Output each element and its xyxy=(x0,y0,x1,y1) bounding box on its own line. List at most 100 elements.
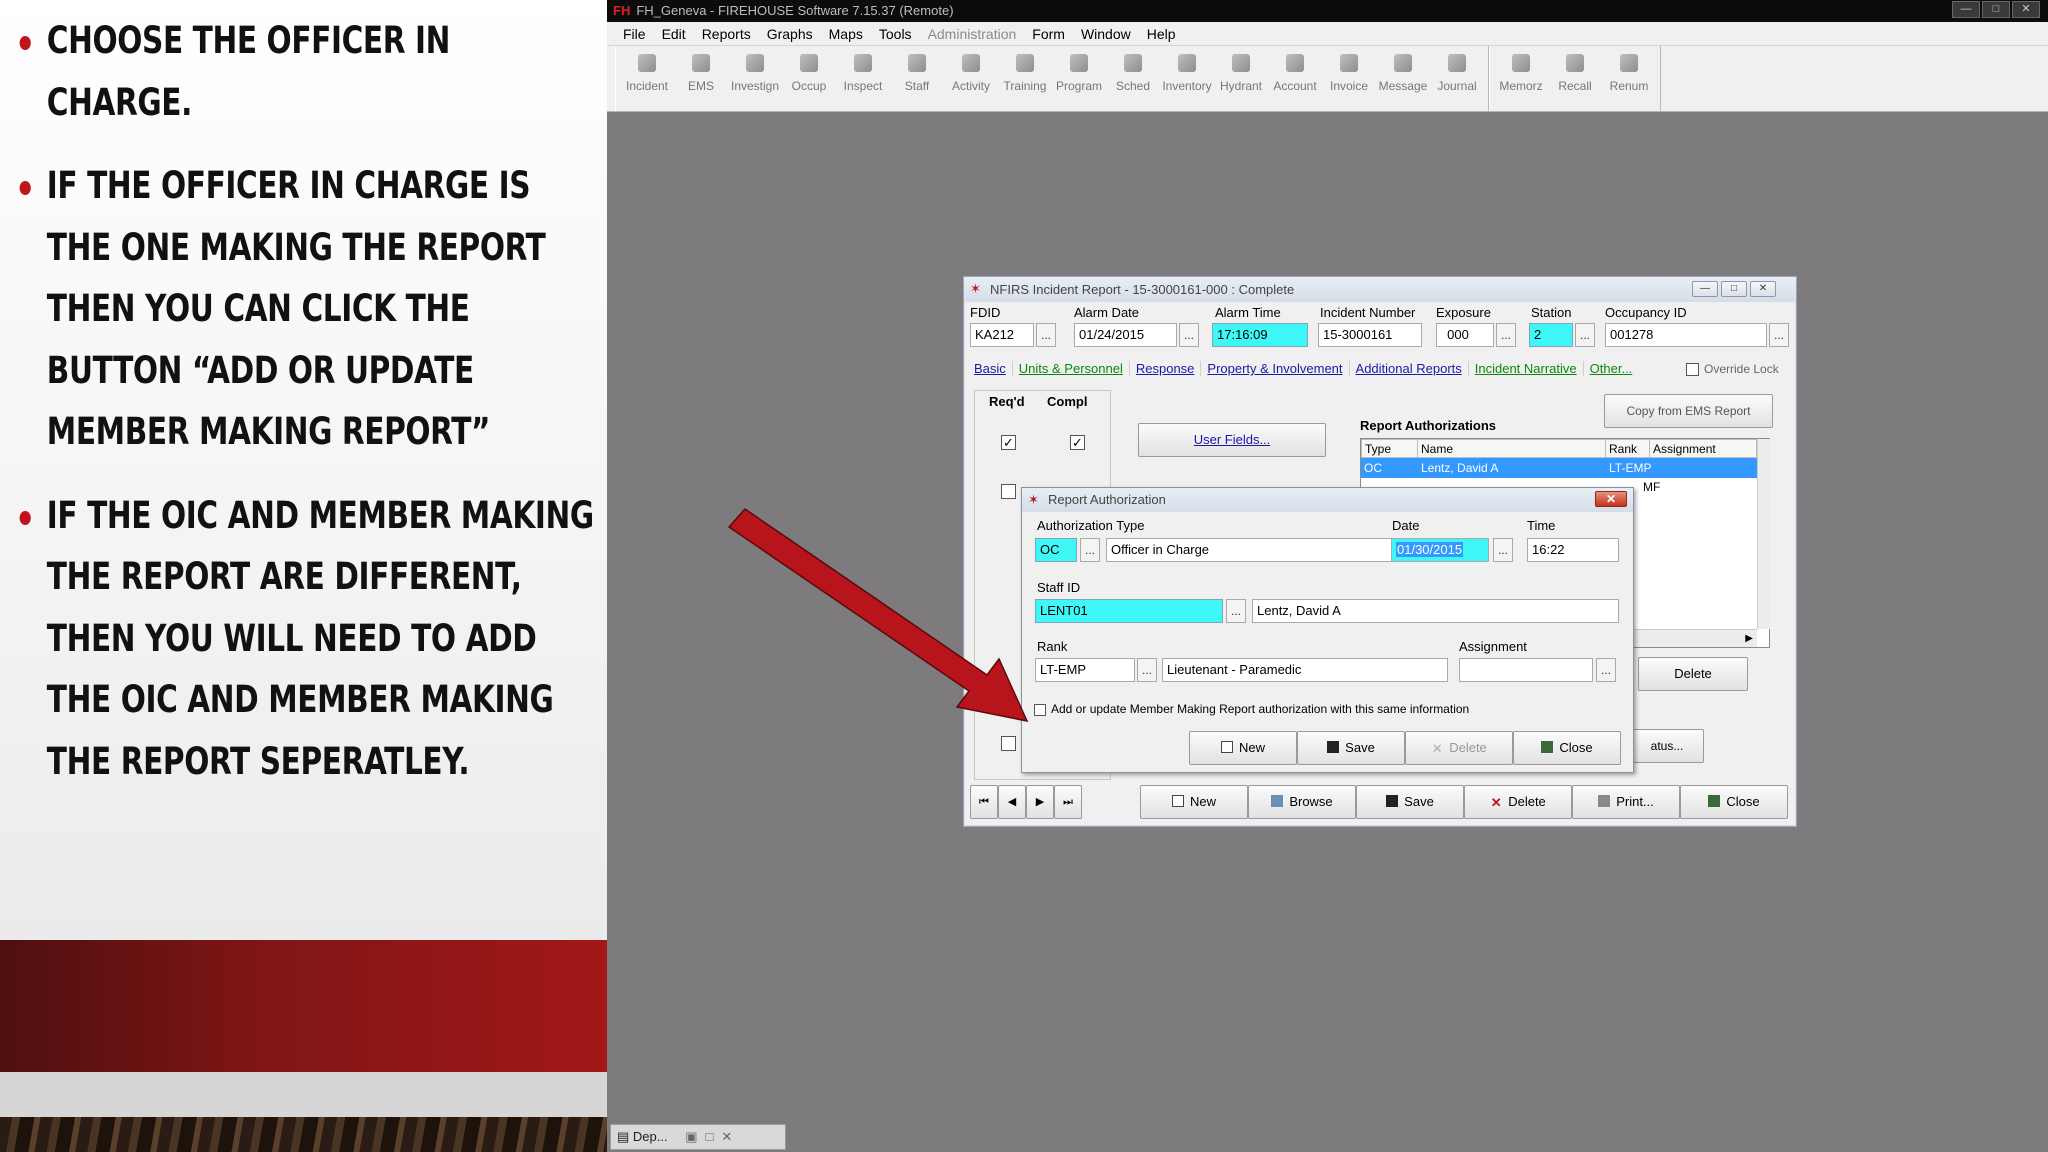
browse-button[interactable]: Browse xyxy=(1248,785,1356,819)
toolbar-occup-button[interactable]: Occup xyxy=(782,46,836,108)
staff-name-field[interactable]: Lentz, David A xyxy=(1252,599,1619,623)
taskbar-window-controls[interactable]: ▣□✕ xyxy=(685,1129,740,1144)
menu-file[interactable]: File xyxy=(615,22,654,45)
authorization-time-field[interactable]: 16:22 xyxy=(1527,538,1619,562)
fdid-label: FDID xyxy=(970,305,1001,320)
menu-tools[interactable]: Tools xyxy=(871,22,920,45)
taskbar-item[interactable]: ▤ Dep... ▣□✕ xyxy=(610,1124,786,1150)
save-button[interactable]: Save xyxy=(1356,785,1464,819)
date-picker-button[interactable]: ... xyxy=(1493,538,1513,562)
station-lookup-button[interactable]: ... xyxy=(1575,323,1595,347)
toolbar-hydrant-button[interactable]: Hydrant xyxy=(1214,46,1268,108)
toolbar-ems-button[interactable]: EMS xyxy=(674,46,728,108)
maximize-icon[interactable]: □ xyxy=(1982,1,2010,18)
toolbar-inspect-button[interactable]: Inspect xyxy=(836,46,890,108)
staff-id-lookup-button[interactable]: ... xyxy=(1226,599,1246,623)
alarm-date-picker-button[interactable]: ... xyxy=(1179,323,1199,347)
alarm-date-field[interactable]: 01/24/2015 xyxy=(1074,323,1177,347)
grid-col-name[interactable]: Name xyxy=(1418,440,1606,459)
tab-property-involvement[interactable]: Property & Involvement xyxy=(1201,361,1350,376)
menu-graphs[interactable]: Graphs xyxy=(759,22,821,45)
close-icon[interactable]: ✕ xyxy=(1750,281,1776,297)
toolbar-memorz-button[interactable]: Memorz xyxy=(1494,46,1548,108)
new-button[interactable]: New xyxy=(1140,785,1248,819)
grid-vertical-scrollbar[interactable] xyxy=(1757,439,1770,629)
occupancy-lookup-button[interactable]: ... xyxy=(1769,323,1789,347)
menu-form[interactable]: Form xyxy=(1024,22,1073,45)
grid-col-rank[interactable]: Rank xyxy=(1606,440,1650,459)
override-lock-checkbox[interactable] xyxy=(1686,363,1699,376)
minimize-icon[interactable]: — xyxy=(1952,1,1980,18)
close-button[interactable]: Close xyxy=(1680,785,1788,819)
tab-units-personnel[interactable]: Units & Personnel xyxy=(1013,361,1130,376)
dialog-close-icon[interactable]: ✕ xyxy=(1595,491,1627,507)
toolbar-invoice-button[interactable]: Invoice xyxy=(1322,46,1376,108)
table-row[interactable]: OC Lentz, David A LT-EMP xyxy=(1361,458,1757,478)
tab-other[interactable]: Other... xyxy=(1584,361,1639,376)
close-icon[interactable]: ✕ xyxy=(2012,1,2040,18)
annotation-arrow-icon xyxy=(727,508,1029,723)
next-record-icon[interactable]: ▶ xyxy=(1026,785,1054,819)
authorization-type-desc-field[interactable]: Officer in Charge xyxy=(1106,538,1393,562)
incident-number-field[interactable]: 15-3000161 xyxy=(1318,323,1422,347)
fdid-lookup-button[interactable]: ... xyxy=(1036,323,1056,347)
user-fields-button[interactable]: User Fields... xyxy=(1138,423,1326,457)
tab-additional-reports[interactable]: Additional Reports xyxy=(1350,361,1469,376)
toolbar-program-button[interactable]: Program xyxy=(1052,46,1106,108)
menu-maps[interactable]: Maps xyxy=(821,22,871,45)
copy-from-ems-button[interactable]: Copy from EMS Report xyxy=(1604,394,1773,428)
fdid-field[interactable]: KA212 xyxy=(970,323,1034,347)
dialog-delete-button[interactable]: ✕ Delete xyxy=(1405,731,1513,765)
menu-edit[interactable]: Edit xyxy=(654,22,694,45)
authorization-date-field[interactable]: 01/30/2015 xyxy=(1391,538,1489,562)
toolbar-renum-button[interactable]: Renum xyxy=(1602,46,1656,108)
previous-record-icon[interactable]: ◀ xyxy=(998,785,1026,819)
print-button[interactable]: Print... xyxy=(1572,785,1680,819)
toolbar-investign-button[interactable]: Investign xyxy=(728,46,782,108)
toolbar-journal-button[interactable]: Journal xyxy=(1430,46,1484,108)
menu-reports[interactable]: Reports xyxy=(694,22,759,45)
toolbar-staff-button[interactable]: Staff xyxy=(890,46,944,108)
toolbar-inventory-button[interactable]: Inventory xyxy=(1160,46,1214,108)
assignment-lookup-button[interactable]: ... xyxy=(1596,658,1616,682)
rank-description-field[interactable]: Lieutenant - Paramedic xyxy=(1162,658,1448,682)
menu-window[interactable]: Window xyxy=(1073,22,1139,45)
toolbar-training-button[interactable]: Training xyxy=(998,46,1052,108)
toolbar-message-button[interactable]: Message xyxy=(1376,46,1430,108)
menu-help[interactable]: Help xyxy=(1139,22,1184,45)
staff-id-field[interactable]: LENT01 xyxy=(1035,599,1223,623)
maximize-icon[interactable]: □ xyxy=(1721,281,1747,297)
tab-incident-narrative[interactable]: Incident Narrative xyxy=(1469,361,1584,376)
exposure-field[interactable]: 000 xyxy=(1436,323,1494,347)
authorization-type-lookup-button[interactable]: ... xyxy=(1080,538,1100,562)
alarm-time-field[interactable]: 17:16:09 xyxy=(1212,323,1308,347)
status-button[interactable]: atus... xyxy=(1630,729,1704,763)
occupancy-id-field[interactable]: 001278 xyxy=(1605,323,1767,347)
delete-icon: ✕ xyxy=(1490,795,1502,810)
dialog-new-button[interactable]: New xyxy=(1189,731,1297,765)
toolbar-incident-button[interactable]: Incident xyxy=(620,46,674,108)
tab-basic[interactable]: Basic xyxy=(974,361,1013,376)
toolbar-sched-button[interactable]: Sched xyxy=(1106,46,1160,108)
toolbar-recall-button[interactable]: Recall xyxy=(1548,46,1602,108)
tab-response[interactable]: Response xyxy=(1130,361,1202,376)
activity-icon xyxy=(962,54,980,72)
grid-col-type[interactable]: Type xyxy=(1362,440,1418,459)
rank-lookup-button[interactable]: ... xyxy=(1137,658,1157,682)
grid-col-assignment[interactable]: Assignment xyxy=(1650,440,1758,459)
minimize-icon[interactable]: — xyxy=(1692,281,1718,297)
toolbar-activity-button[interactable]: Activity xyxy=(944,46,998,108)
assignment-field[interactable] xyxy=(1459,658,1593,682)
dialog-save-button[interactable]: Save xyxy=(1297,731,1405,765)
rank-code-field[interactable]: LT-EMP xyxy=(1035,658,1135,682)
toolbar-account-button[interactable]: Account xyxy=(1268,46,1322,108)
grid-cell-type: OC xyxy=(1364,461,1382,475)
delete-authorization-button[interactable]: Delete xyxy=(1638,657,1748,691)
menu-administration[interactable]: Administration xyxy=(920,22,1025,45)
first-record-icon[interactable]: ⏮ xyxy=(970,785,998,819)
dialog-close-button[interactable]: Close xyxy=(1513,731,1621,765)
station-field[interactable]: 2 xyxy=(1529,323,1573,347)
last-record-icon[interactable]: ⏭ xyxy=(1054,785,1082,819)
delete-button[interactable]: ✕ Delete xyxy=(1464,785,1572,819)
exposure-lookup-button[interactable]: ... xyxy=(1496,323,1516,347)
